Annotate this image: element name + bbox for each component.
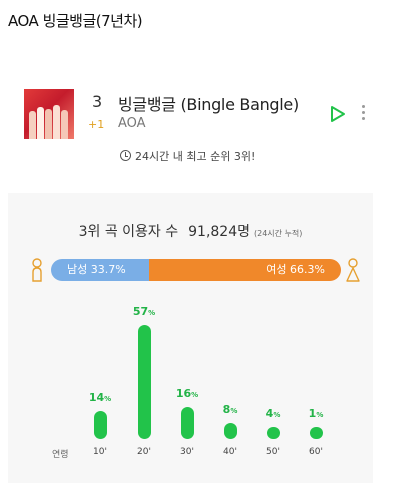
listener-stats-panel: 3위 곡 이용자 수 91,824명 (24시간 누적) 남성 33.7% 여성 6… [8,193,373,483]
chart-rank: 3 [92,92,103,111]
more-icon-dot [361,111,365,114]
more-options-button[interactable] [358,102,368,126]
age-bar [267,427,280,439]
age-group-label: 20' [137,447,151,457]
age-percent-unit: % [273,411,281,419]
play-button[interactable] [330,105,346,123]
age-percent-value: 14 [88,391,105,404]
peak-rank-note: 24시간 내 최고 순위 3위! [120,148,255,164]
age-bar [181,407,194,439]
age-percent-label: 4% [253,407,293,420]
age-bar [138,325,151,439]
age-percent-label: 14% [80,391,120,404]
play-icon [331,106,345,122]
age-percent-label: 1% [296,407,336,420]
age-percent-unit: % [191,391,199,399]
age-percent-value: 57 [132,305,149,318]
age-group-label: 50' [266,447,280,457]
age-percent-unit: % [230,407,238,415]
peak-rank-text: 24시간 내 최고 순위 3위! [135,150,256,163]
artist-name[interactable]: AOA [118,116,146,131]
age-axis-title: 연령 [52,450,69,460]
age-percent-unit: % [148,309,156,317]
age-percent-label: 16% [167,387,207,400]
song-title[interactable]: 빙글뱅글 (Bingle Bangle) [118,91,299,115]
age-bar [94,411,107,439]
age-group-label: 30' [180,447,194,457]
more-icon-dot [361,105,365,108]
age-group-label: 10' [93,447,107,457]
age-group-label: 60' [309,447,323,457]
age-percent-unit: % [316,411,324,419]
age-bar [224,423,237,439]
age-percent-unit: % [104,395,112,403]
rank-change: +1 [88,118,105,131]
post-title: AOA 빙글뱅글(7년차) [8,12,143,30]
more-icon-dot [361,117,365,120]
age-percent-value: 16 [175,387,192,400]
age-group-label: 40' [223,447,237,457]
clock-icon [120,150,131,161]
age-percent-label: 8% [210,403,250,416]
age-distribution-chart: 14% 10' 57% 20' 16% 30' 8% 40' 4% 50' 1% 60' [8,193,373,483]
age-percent-label: 57% [124,305,164,318]
album-art[interactable] [24,89,74,139]
age-bar [310,427,323,439]
